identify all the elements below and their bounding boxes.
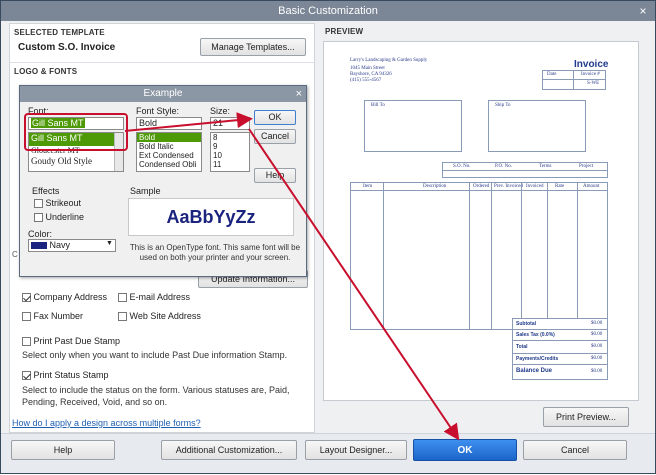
annotation-arrows <box>124 112 460 441</box>
basic-customization-window: Basic Customization × SELECTED TEMPLATE … <box>0 0 656 474</box>
arrow-to-dialog-ok <box>124 112 253 132</box>
arrow-to-ok-button <box>248 128 460 441</box>
